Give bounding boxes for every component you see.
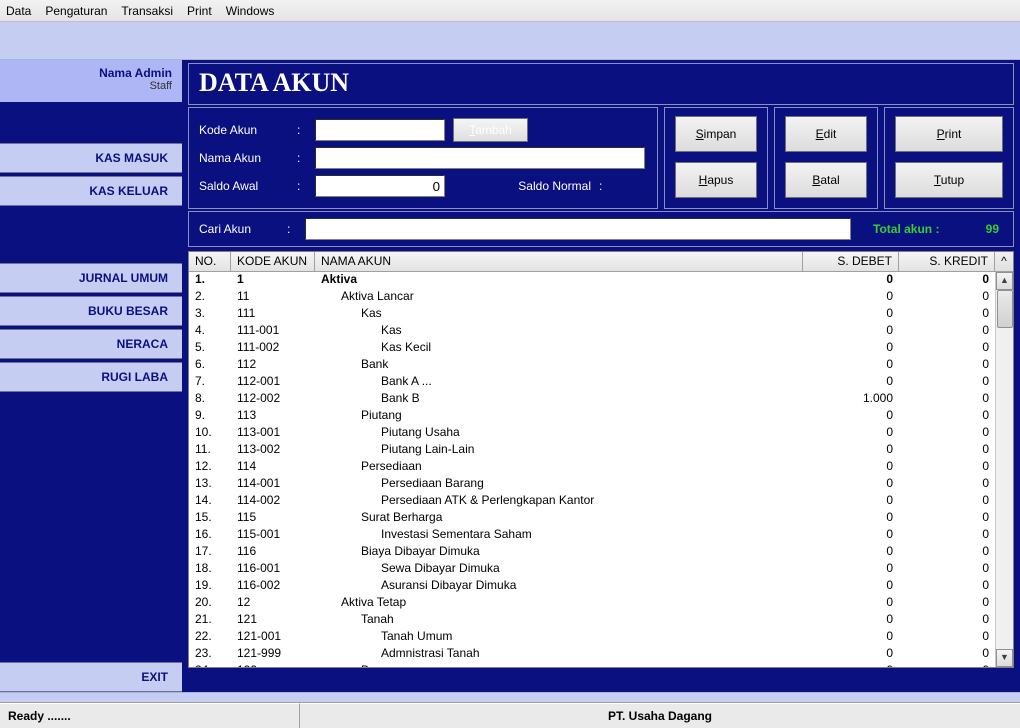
table-row[interactable]: 24.122Bangunan00	[189, 663, 1013, 667]
nama-akun-input[interactable]	[315, 147, 645, 169]
sidebar-item-kas-keluar[interactable]: KAS KELUAR	[0, 176, 182, 206]
table-row[interactable]: 11.113-002Piutang Lain-Lain00	[189, 442, 1013, 459]
vertical-scrollbar[interactable]: ▲ ▼	[995, 272, 1013, 667]
menu-transaksi[interactable]: Transaksi	[121, 4, 173, 18]
table-row[interactable]: 3.111Kas00	[189, 306, 1013, 323]
table-row[interactable]: 15.115Surat Berharga00	[189, 510, 1013, 527]
table-row[interactable]: 6.112Bank00	[189, 357, 1013, 374]
sidebar-item-jurnal-umum[interactable]: JURNAL UMUM	[0, 263, 182, 293]
table-row[interactable]: 14.114-002Persediaan ATK & Perlengkapan …	[189, 493, 1013, 510]
table-row[interactable]: 21.121Tanah00	[189, 612, 1013, 629]
label-saldo-awal: Saldo Awal	[199, 179, 289, 193]
saldo-awal-input[interactable]	[315, 175, 445, 197]
simpan-button[interactable]: Simpan	[675, 116, 757, 152]
table-row[interactable]: 20.12Aktiva Tetap00	[189, 595, 1013, 612]
table-row[interactable]: 17.116Biaya Dibayar Dimuka00	[189, 544, 1013, 561]
content: DATA AKUN Kode Akun : Tambah Nama Akun :…	[182, 60, 1020, 702]
user-name: Nama Admin	[10, 66, 172, 80]
sidebar-item-rugi-laba[interactable]: RUGI LABA	[0, 362, 182, 392]
print-button[interactable]: Print	[895, 116, 1003, 152]
scroll-up-button[interactable]: ▲	[996, 272, 1013, 290]
header-no[interactable]: NO.	[189, 252, 231, 271]
toolbar	[0, 22, 1020, 60]
tambah-button[interactable]: Tambah	[453, 118, 528, 142]
menubar: Data Pengaturan Transaksi Print Windows	[0, 0, 1020, 22]
table-row[interactable]: 22.121-001Tanah Umum00	[189, 629, 1013, 646]
table-row[interactable]: 1.1Aktiva00	[189, 272, 1013, 289]
table-row[interactable]: 9.113Piutang00	[189, 408, 1013, 425]
edit-button[interactable]: Edit	[785, 116, 867, 152]
table-row[interactable]: 13.114-001Persediaan Barang00	[189, 476, 1013, 493]
total-akun-value: 99	[969, 222, 999, 236]
table-row[interactable]: 23.121-999Admnistrasi Tanah00	[189, 646, 1013, 663]
grid-header: NO. KODE AKUN NAMA AKUN S. DEBET S. KRED…	[189, 252, 1013, 272]
label-saldo-normal: Saldo Normal	[518, 179, 591, 193]
button-column-2: Edit Batal	[774, 107, 878, 209]
sidebar-item-buku-besar[interactable]: BUKU BESAR	[0, 296, 182, 326]
header-nama-akun[interactable]: NAMA AKUN	[315, 252, 803, 271]
header-scroll-corner: ^	[995, 252, 1013, 271]
table-row[interactable]: 5.111-002Kas Kecil00	[189, 340, 1013, 357]
scroll-thumb[interactable]	[997, 290, 1013, 328]
label-cari-akun: Cari Akun	[199, 222, 279, 236]
table-row[interactable]: 8.112-002Bank B1.0000	[189, 391, 1013, 408]
header-kode-akun[interactable]: KODE AKUN	[231, 252, 315, 271]
label-nama-akun: Nama Akun	[199, 151, 289, 165]
kode-akun-input[interactable]	[315, 119, 445, 141]
search-panel: Cari Akun : Total akun : 99	[188, 211, 1014, 247]
search-input[interactable]	[305, 218, 851, 240]
sidebar-item-kas-masuk[interactable]: KAS MASUK	[0, 143, 182, 173]
button-column-1: Simpan Hapus	[664, 107, 768, 209]
button-column-3: Print Tutup	[884, 107, 1014, 209]
title-panel: DATA AKUN	[188, 63, 1014, 105]
table-row[interactable]: 4.111-001Kas00	[189, 323, 1013, 340]
exit-button[interactable]: EXIT	[0, 662, 182, 692]
table-row[interactable]: 12.114Persediaan00	[189, 459, 1013, 476]
tutup-button[interactable]: Tutup	[895, 162, 1003, 198]
user-box: Nama Admin Staff	[0, 60, 182, 104]
form-panel: Kode Akun : Tambah Nama Akun : Saldo Awa…	[188, 107, 658, 209]
header-s-kredit[interactable]: S. KREDIT	[899, 252, 995, 271]
header-s-debet[interactable]: S. DEBET	[803, 252, 899, 271]
menu-print[interactable]: Print	[187, 4, 212, 18]
status-company: PT. Usaha Dagang	[300, 703, 1020, 728]
sidebar-item-neraca[interactable]: NERACA	[0, 329, 182, 359]
statusbar: Ready ....... PT. Usaha Dagang	[0, 702, 1020, 728]
table-row[interactable]: 7.112-001Bank A ...00	[189, 374, 1013, 391]
grid-body: 1.1Aktiva002.11Aktiva Lancar003.111Kas00…	[189, 272, 1013, 667]
batal-button[interactable]: Batal	[785, 162, 867, 198]
menu-data[interactable]: Data	[6, 4, 31, 18]
label-kode-akun: Kode Akun	[199, 123, 289, 137]
divider	[0, 692, 1020, 702]
page-title: DATA AKUN	[199, 68, 1003, 98]
hapus-button[interactable]: Hapus	[675, 162, 757, 198]
scroll-down-button[interactable]: ▼	[996, 649, 1013, 667]
grid-wrap: NO. KODE AKUN NAMA AKUN S. DEBET S. KRED…	[188, 251, 1014, 668]
sidebar: Nama Admin Staff KAS MASUK KAS KELUAR JU…	[0, 60, 182, 702]
menu-windows[interactable]: Windows	[226, 4, 275, 18]
table-row[interactable]: 16.115-001Investasi Sementara Saham00	[189, 527, 1013, 544]
table-row[interactable]: 10.113-001Piutang Usaha00	[189, 425, 1013, 442]
user-role: Staff	[10, 80, 172, 92]
table-row[interactable]: 19.116-002Asuransi Dibayar Dimuka00	[189, 578, 1013, 595]
status-ready: Ready .......	[0, 703, 300, 728]
total-akun-label: Total akun :	[873, 222, 961, 236]
menu-pengaturan[interactable]: Pengaturan	[45, 4, 107, 18]
table-row[interactable]: 2.11Aktiva Lancar00	[189, 289, 1013, 306]
table-row[interactable]: 18.116-001Sewa Dibayar Dimuka00	[189, 561, 1013, 578]
